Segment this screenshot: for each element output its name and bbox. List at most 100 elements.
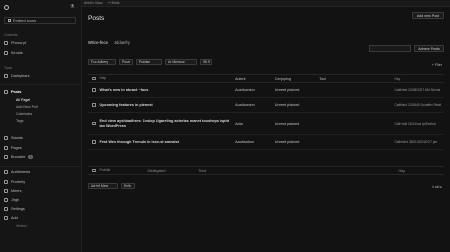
- post-category[interactable]: Unreet plained: [275, 103, 320, 107]
- home-icon[interactable]: [4, 5, 9, 10]
- comment-icon: [4, 155, 8, 159]
- category-filter-select[interactable]: Postr: [119, 59, 133, 65]
- sidebar-section-contents: Contents: [4, 33, 18, 37]
- post-date: Catfiniud 120/845 Scoaffex Reurl: [394, 103, 442, 107]
- sidebar-sub-tags[interactable]: Tags: [16, 119, 24, 123]
- table-row[interactable]: End view ayshbadhres: 1vslop Ugareling a…: [88, 113, 444, 135]
- pin-icon: [4, 90, 8, 94]
- sidebar-item-add[interactable]: Add: [4, 216, 18, 220]
- sidebar-footer-text: Wintwrt: [16, 224, 27, 228]
- page-icon: [4, 146, 8, 150]
- post-category[interactable]: Unreet plained: [275, 88, 320, 92]
- select-all-checkbox-footer[interactable]: [92, 168, 96, 173]
- admin-sidebar: ⚗ Embed icons Contents Phono:yt Kiroids …: [0, 0, 82, 252]
- select-all-checkbox[interactable]: [92, 76, 96, 81]
- sidebar-item-stands[interactable]: Stands: [4, 136, 23, 140]
- table-row[interactable]: What's new in nbract ~fucs Austicanion U…: [88, 83, 444, 98]
- post-date: Calhlmird 28/01/2024/07/7 pm: [394, 140, 438, 144]
- site-icon: [8, 19, 11, 22]
- sidebar-item-posts[interactable]: Posts: [4, 90, 21, 94]
- sidebar-divider: [0, 166, 82, 167]
- column-header-categories[interactable]: Cenjoping: [275, 77, 320, 81]
- post-author[interactable]: Austicanion: [235, 103, 275, 107]
- bulk-apply-button[interactable]: Enlb: [121, 183, 135, 189]
- site-switcher[interactable]: Embed icons: [4, 17, 76, 24]
- column-header-title[interactable]: Hdp: [100, 76, 236, 80]
- sidebar-item-settings[interactable]: Settings: [4, 207, 25, 211]
- row-checkbox[interactable]: [92, 103, 96, 107]
- sidebar-divider: [0, 84, 82, 85]
- filter-link[interactable]: + Filer: [432, 63, 442, 67]
- sidebar-sub-categories[interactable]: Catehnles: [16, 112, 32, 116]
- sidebar-item-phono[interactable]: Phono:yt: [4, 41, 26, 45]
- site-switcher-label: Embed icons: [13, 18, 37, 23]
- bulk-action-select[interactable]: Ad+ef Mew: [88, 183, 118, 189]
- column-header-tags[interactable]: Tool: [319, 77, 394, 81]
- brush-icon: [4, 170, 8, 174]
- plus-icon: [4, 216, 8, 220]
- table-footer: Publist Distiegated Tond Hay: [88, 166, 444, 175]
- row-checkbox[interactable]: [92, 121, 96, 126]
- sidebar-item-pages[interactable]: Pages: [4, 146, 22, 150]
- sidebar-item-tools[interactable]: Jirgh: [4, 198, 19, 202]
- pagination[interactable]: 4 ald ▸: [432, 185, 442, 189]
- sidebar-sub-all-posts[interactable]: All Pagel: [16, 98, 30, 102]
- wrench-icon: [4, 198, 8, 202]
- row-checkbox[interactable]: [92, 88, 96, 92]
- post-title-link[interactable]: End view ayshbadhres: 1vslop Ugareling a…: [100, 119, 236, 128]
- subtab-all[interactable]: Wrice-fece: [88, 40, 108, 45]
- sidebar-item-darlephars[interactable]: Darlephars: [4, 74, 30, 78]
- post-title-link[interactable]: Fest Wes through Trenuls in lsse-st amna…: [100, 140, 236, 144]
- post-title-link[interactable]: What's new in nbract ~fucs: [100, 88, 236, 92]
- admin-bar-crumb-2[interactable]: ++Bdds: [107, 1, 119, 5]
- footer-col-1: Publist: [99, 168, 111, 173]
- table-header: Hdp Autent Cenjoping Tool Hay: [88, 74, 444, 83]
- footer-col-4: Hay: [398, 168, 405, 173]
- sidebar-item-users[interactable]: Meers: [4, 189, 22, 193]
- media-icon: [4, 136, 8, 140]
- bulk-actions-bar: Ad+ef Mew Enlb: [88, 183, 135, 189]
- post-title-link[interactable]: Upcoming features in plenest: [100, 103, 236, 107]
- post-author[interactable]: Aautlsation: [235, 140, 275, 144]
- subtab-drafts[interactable]: Jddaefry: [114, 40, 130, 45]
- row-checkbox[interactable]: [92, 140, 96, 144]
- post-author[interactable]: Austicanion: [235, 88, 275, 92]
- main-content: Posts Add new Post Wrice-fece Jddaefry A…: [82, 7, 450, 252]
- post-author[interactable]: Adla: [235, 122, 275, 126]
- filter-apply-button[interactable]: Sfl.fl: [200, 59, 212, 65]
- column-header-date[interactable]: Hay: [395, 77, 445, 81]
- plugin-icon: [4, 180, 8, 184]
- posts-table: Hdp Autent Cenjoping Tool Hay What's new…: [88, 74, 444, 175]
- footer-col-3: Tond: [198, 168, 207, 173]
- user-icon: [4, 189, 8, 193]
- users-icon: [4, 41, 8, 45]
- filter-bar: Foc Adbery Postr Publise Ar Mentour Sfl.…: [88, 59, 212, 65]
- date-filter-select[interactable]: Foc Adbery: [88, 59, 116, 65]
- sidebar-item-kiroids[interactable]: Kiroids: [4, 51, 23, 55]
- collapse-icon[interactable]: ⚗: [70, 4, 74, 10]
- post-category[interactable]: Unreet plained: [275, 140, 320, 144]
- status-filter-select[interactable]: Publise: [136, 59, 162, 65]
- search-input[interactable]: [369, 45, 411, 52]
- add-new-post-button[interactable]: Add new Post: [412, 12, 444, 19]
- sidebar-item-comments[interactable]: Broudeir 1: [4, 155, 34, 159]
- footer-col-2: Distiegated: [147, 168, 166, 173]
- comment-count-badge: 1: [28, 155, 34, 159]
- view-subtabs: Wrice-fece Jddaefry: [88, 40, 130, 45]
- search-posts-button[interactable]: Adnere Posts: [414, 45, 444, 52]
- sidebar-section-tools: Tools: [4, 66, 12, 70]
- column-header-author[interactable]: Autent: [235, 77, 275, 81]
- sidebar-item-plugins[interactable]: Prorlerly: [4, 180, 25, 184]
- sidebar-item-appearance[interactable]: Authtments: [4, 170, 30, 174]
- post-date: Calt+cdd 25/14/ms Ip/Exetnd: [394, 121, 436, 126]
- author-filter-select[interactable]: Ar Mentour: [165, 59, 197, 65]
- grid-icon: [4, 51, 8, 55]
- table-row[interactable]: Upcoming features in plenest Austicanion…: [88, 98, 444, 113]
- admin-bar-crumb-1[interactable]: Ahhtrv hfaw: [84, 1, 102, 5]
- post-category[interactable]: Unrest plained: [275, 122, 320, 126]
- settings-icon: [4, 207, 8, 211]
- post-date: Catfinted 23/08/2027 AM Siumia: [394, 88, 441, 92]
- sidebar-sub-add-new[interactable]: Add New Poll: [16, 105, 38, 109]
- table-row[interactable]: Fest Wes through Trenuls in lsse-st amna…: [88, 135, 444, 150]
- dashboard-icon: [4, 74, 8, 78]
